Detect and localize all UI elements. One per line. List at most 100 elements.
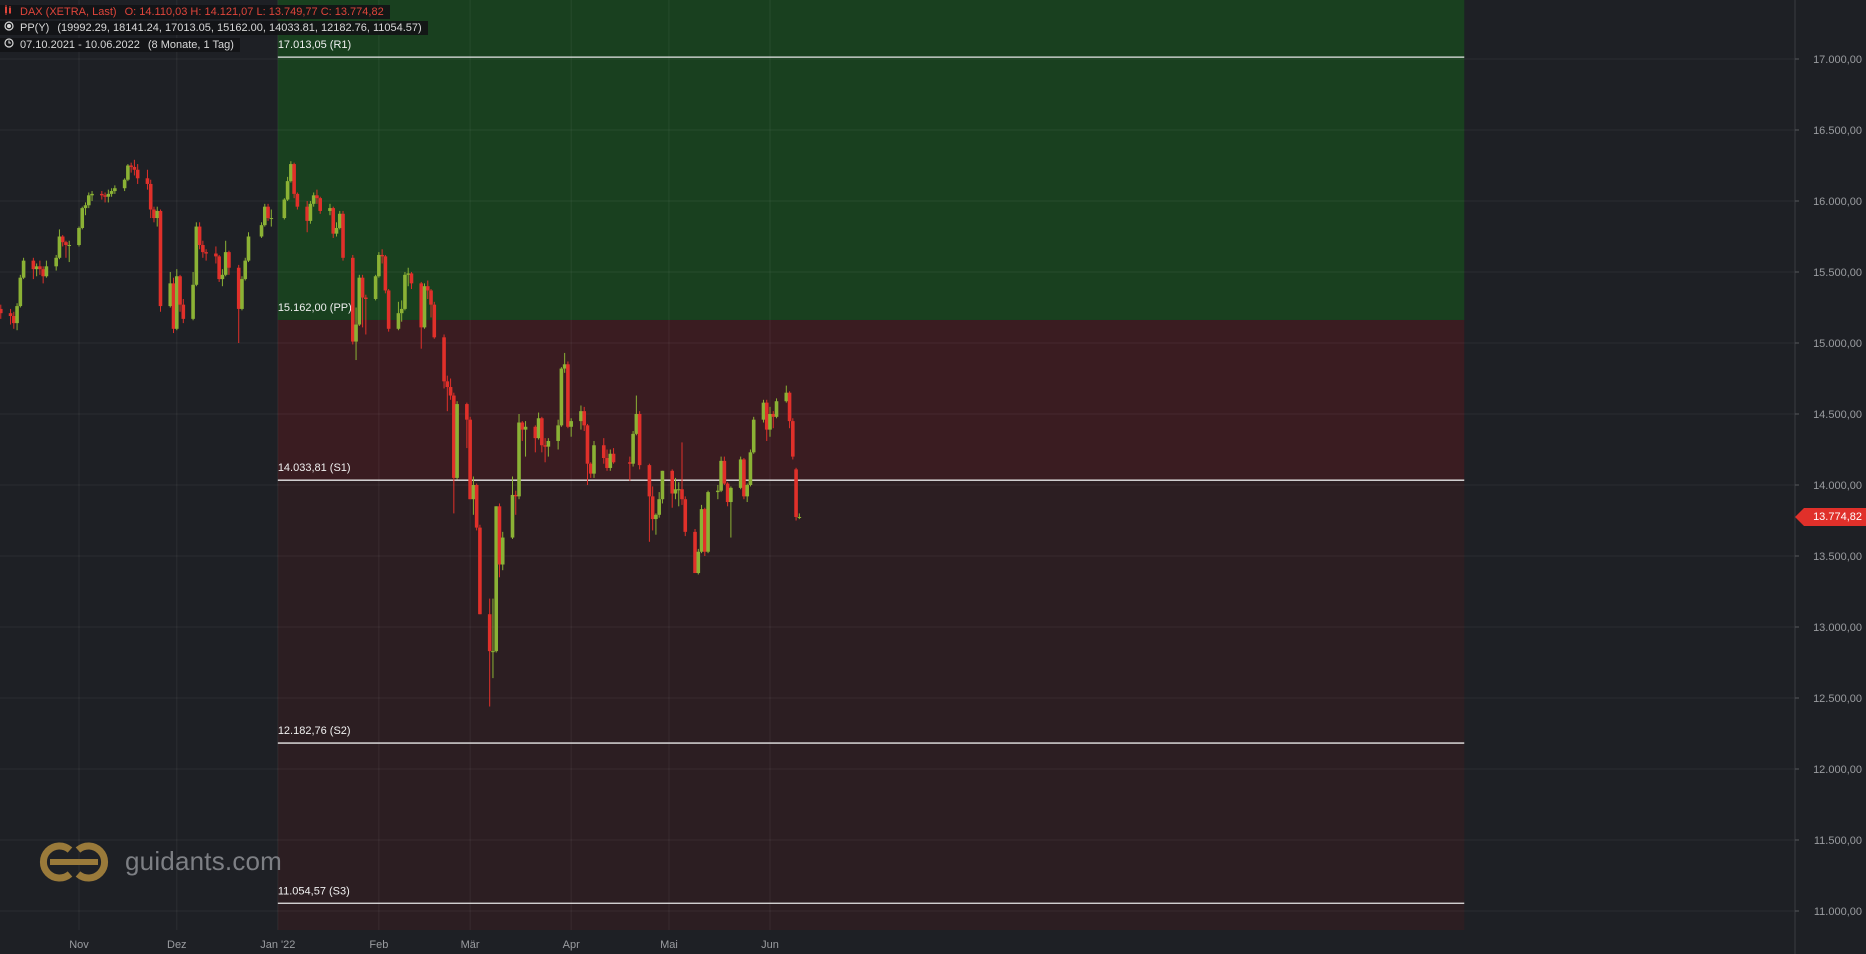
candle-body bbox=[608, 453, 613, 468]
candle-body bbox=[83, 205, 88, 209]
candle-body bbox=[693, 531, 697, 574]
candle-body bbox=[432, 304, 437, 338]
price-chart[interactable]: 17.013,05 (R1) 15.162,00 (PP) 14.033,81 (S… bbox=[0, 0, 1866, 954]
x-tick-label: Mai bbox=[660, 939, 678, 951]
candle-body bbox=[536, 418, 541, 439]
candle-body bbox=[751, 419, 756, 453]
candle-body bbox=[315, 195, 319, 199]
candle-body bbox=[794, 469, 798, 517]
clock-icon bbox=[4, 38, 14, 48]
candle-body bbox=[745, 485, 749, 497]
candle-body bbox=[38, 266, 42, 270]
candle-body bbox=[491, 651, 495, 653]
candle-body bbox=[660, 470, 665, 500]
candle-body bbox=[236, 267, 241, 309]
candle-body bbox=[262, 206, 267, 226]
y-tick-label: 12.500,00 bbox=[1813, 693, 1862, 705]
candle-body bbox=[797, 516, 802, 518]
candle-body bbox=[791, 421, 795, 457]
instrument-header[interactable]: DAX (XETRA, Last) O: 14.110,03 H: 14.121,… bbox=[0, 5, 390, 19]
candle-body bbox=[373, 276, 378, 299]
candle-body bbox=[729, 487, 733, 503]
candle-body bbox=[223, 252, 228, 275]
candle-body bbox=[569, 421, 573, 427]
candle-body bbox=[194, 226, 199, 285]
x-tick-label: Jun bbox=[761, 939, 779, 951]
candle-body bbox=[699, 509, 704, 552]
candle-body bbox=[585, 425, 590, 464]
candle-body bbox=[510, 494, 515, 538]
candle-body bbox=[657, 499, 661, 515]
candle-body bbox=[77, 227, 81, 246]
candle-body bbox=[60, 236, 65, 243]
y-tick-label: 12.000,00 bbox=[1813, 764, 1862, 776]
candle-body bbox=[474, 485, 479, 528]
candle-body bbox=[670, 470, 675, 494]
candle-body bbox=[406, 273, 411, 275]
candle-body bbox=[771, 414, 776, 417]
candle-body bbox=[145, 178, 150, 184]
candle-body bbox=[546, 440, 551, 447]
candle-body bbox=[341, 213, 345, 258]
guidants-logo-icon bbox=[39, 842, 109, 882]
x-tick-label: Nov bbox=[69, 939, 89, 951]
candle-body bbox=[292, 164, 296, 194]
candle-body bbox=[579, 411, 583, 422]
date-range: 07.10.2021 - 10.06.2022 bbox=[20, 39, 140, 51]
candle-body bbox=[611, 453, 616, 463]
y-tick-label: 11.000,00 bbox=[1814, 906, 1862, 918]
candle-body bbox=[494, 506, 499, 652]
logo-text: guidants.com bbox=[125, 846, 283, 876]
candle-body bbox=[113, 188, 117, 192]
candle-body bbox=[240, 279, 244, 309]
candle-body bbox=[132, 166, 137, 170]
candle-body bbox=[8, 313, 13, 317]
candle-body bbox=[559, 368, 564, 426]
candle-body bbox=[487, 614, 492, 652]
candle-body bbox=[243, 260, 248, 280]
pivot-label-s3: 11.054,57 (S3) bbox=[278, 885, 350, 897]
candle-body bbox=[429, 290, 433, 305]
candle-body bbox=[106, 193, 111, 197]
date-range-header[interactable]: 07.10.2021 - 10.06.2022 (8 Monate, 1 Tag) bbox=[0, 38, 240, 52]
candle-body bbox=[582, 411, 587, 426]
candle-body bbox=[331, 208, 336, 234]
candle-body bbox=[181, 304, 186, 319]
candle-body bbox=[269, 218, 274, 220]
candle-body bbox=[386, 290, 391, 329]
candle-body bbox=[220, 274, 225, 280]
x-tick-label: Dez bbox=[167, 939, 187, 951]
indicator-header[interactable]: PP(Y) (19992.29, 18141.24, 17013.05, 1516… bbox=[0, 21, 428, 35]
candle-body bbox=[364, 297, 368, 299]
candle-body bbox=[556, 425, 560, 441]
candle-body bbox=[513, 494, 518, 497]
pivot-label-s2: 12.182,76 (S2) bbox=[278, 725, 351, 737]
candle-body bbox=[109, 191, 114, 194]
candle-body bbox=[174, 276, 179, 329]
candle-body bbox=[742, 459, 746, 497]
candle-body bbox=[334, 227, 339, 234]
candle-body bbox=[533, 426, 538, 439]
candle-body bbox=[562, 364, 567, 369]
candle-body bbox=[588, 463, 593, 474]
candle-body bbox=[18, 277, 23, 307]
candle-body bbox=[396, 313, 401, 329]
candle-body bbox=[122, 179, 127, 189]
y-tick-label: 13.500,00 bbox=[1813, 551, 1862, 563]
candle-body bbox=[442, 337, 446, 382]
indicator-name: PP(Y) bbox=[20, 22, 50, 34]
candle-body bbox=[383, 256, 388, 291]
candle-body bbox=[246, 236, 251, 261]
last-price-marker bbox=[1795, 507, 1804, 526]
candle-body bbox=[706, 492, 710, 552]
candle-body bbox=[725, 483, 730, 503]
candle-body bbox=[126, 165, 130, 180]
candle-body bbox=[12, 316, 16, 324]
candle-body bbox=[455, 404, 459, 478]
candle-body bbox=[204, 252, 208, 254]
candle-body bbox=[647, 465, 652, 497]
x-tick-label: Feb bbox=[369, 939, 388, 951]
candle-body bbox=[409, 273, 414, 284]
y-tick-label: 13.000,00 bbox=[1813, 622, 1862, 634]
candle-body bbox=[403, 274, 407, 309]
